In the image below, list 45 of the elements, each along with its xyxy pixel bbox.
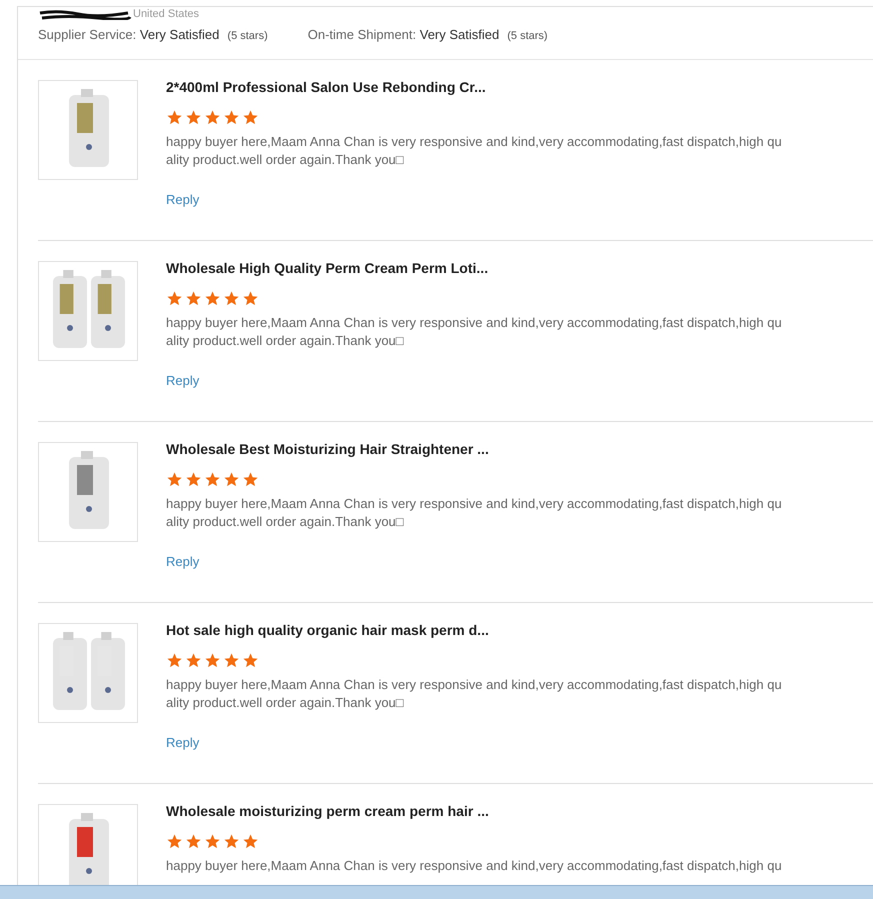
star-icon: [166, 108, 183, 126]
star-icon: [242, 290, 259, 306]
product-title[interactable]: Wholesale High Quality Perm Cream Perm Loti...: [166, 258, 782, 276]
star-icon: [242, 832, 259, 850]
product-title[interactable]: Hot sale high quality organic hair mask perm d...: [166, 620, 782, 638]
star-icon: [166, 290, 183, 306]
star-icon: [166, 470, 183, 488]
star-icon: [223, 832, 240, 850]
review-comment: happy buyer here,Maam Anna Chan is very responsive and kind,very accommodating,fast dispatch,high qu ality product.well order again.Thank you□: [166, 132, 782, 168]
star-icon: [223, 652, 240, 668]
rating-note: (5 stars): [227, 29, 268, 44]
star-icon: [185, 832, 202, 850]
star-icon: [204, 470, 221, 488]
product-title[interactable]: Wholesale moisturizing perm cream perm hair ...: [166, 802, 782, 820]
star-icon: [185, 470, 202, 488]
star-icon: [242, 108, 259, 126]
scribble-icon: [38, 10, 133, 20]
star-icon: [204, 652, 221, 668]
review-comment: happy buyer here,Maam Anna Chan is very responsive and kind,very accommodating,fast dispatch,high qu ality product.well order again.Thank you□: [166, 676, 782, 712]
review-comment: happy buyer here,Maam Anna Chan is very responsive and kind,very accommodating,fast dispatch,high qu: [166, 856, 782, 874]
star-icon: [185, 108, 202, 126]
reply-link[interactable]: Reply: [166, 732, 782, 752]
reply-link[interactable]: Reply: [166, 552, 782, 571]
star-icon: [223, 470, 240, 488]
product-title[interactable]: Wholesale Best Moisturizing Hair Straightener ...: [166, 440, 782, 458]
star-icon: [166, 832, 183, 850]
review-comment: happy buyer here,Maam Anna Chan is very responsive and kind,very accommodating,fast dispatch,high qu ality product.well order again.Thank you□: [166, 314, 782, 350]
star-icon: [204, 290, 221, 306]
review-comment: happy buyer here,Maam Anna Chan is very responsive and kind,very accommodating,fast dispatch,high qu ality product.well order again.Thank you□: [166, 494, 782, 530]
star-icon: [185, 290, 202, 306]
location-text: United States: [133, 7, 200, 22]
star-icon: [223, 290, 240, 306]
reply-link[interactable]: Reply: [166, 190, 782, 209]
star-icon: [204, 108, 221, 126]
star-icon: [242, 470, 259, 488]
reply-link[interactable]: Reply: [166, 370, 782, 390]
rating-label: Supplier Service: Very Satisfied: [38, 26, 220, 44]
rating-label: On-time Shipment: Very Satisfied: [308, 26, 500, 44]
star-icon: [204, 832, 221, 850]
star-icon: [185, 652, 202, 668]
star-icon: [242, 652, 259, 668]
star-icon: [166, 652, 183, 668]
rating-note: (5 stars): [507, 29, 548, 44]
star-icon: [223, 108, 240, 126]
product-title[interactable]: 2*400ml Professional Salon Use Rebonding Cr...: [166, 78, 782, 96]
